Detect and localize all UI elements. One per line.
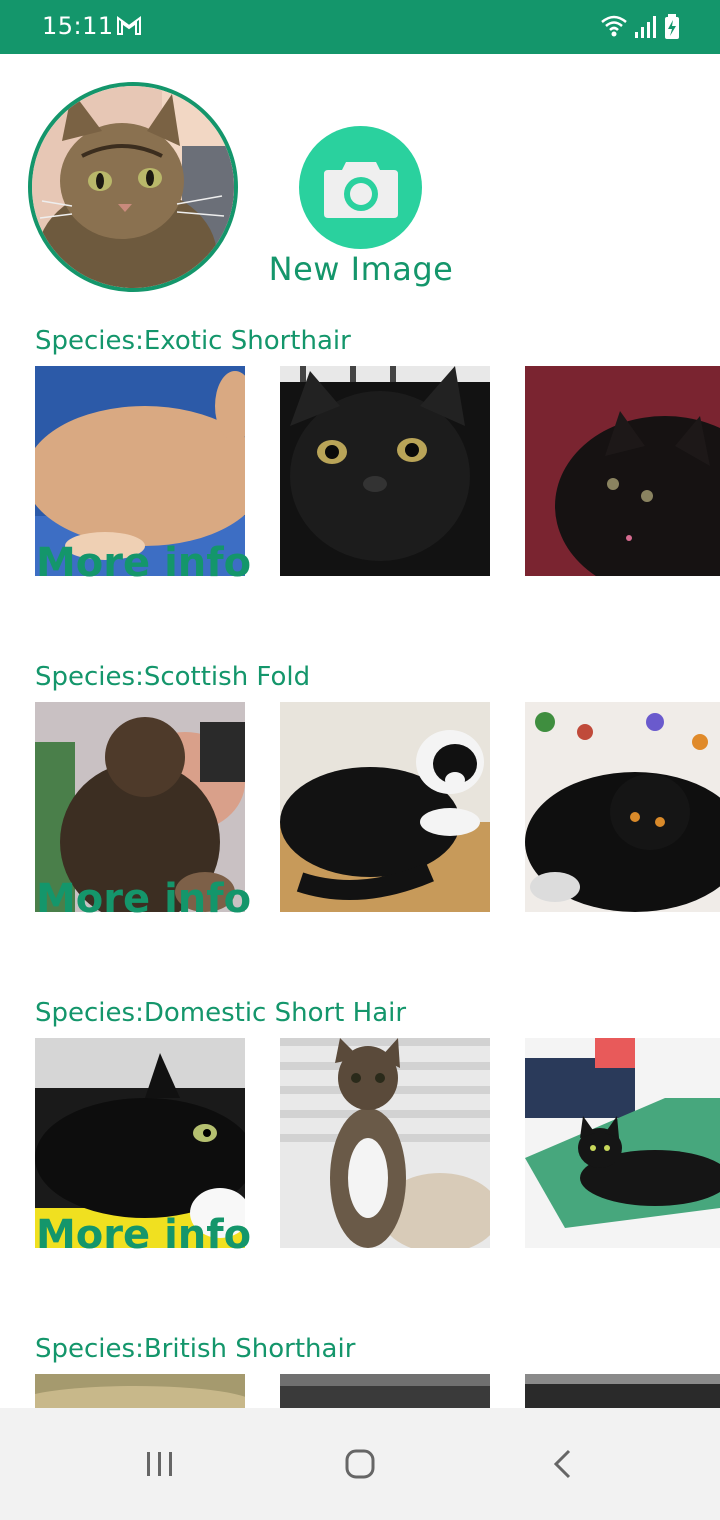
battery-charging-icon xyxy=(664,14,680,44)
content-area[interactable]: New Image Species:Exotic Shorthair More … xyxy=(0,54,720,1408)
profile-avatar[interactable] xyxy=(28,82,238,292)
species-title: Species:British Shorthair xyxy=(35,1334,356,1364)
cat-photo[interactable] xyxy=(525,1374,720,1408)
species-title: Species:Scottish Fold xyxy=(35,662,311,692)
cat-photo[interactable] xyxy=(280,1374,490,1408)
camera-icon xyxy=(323,161,398,218)
species-title: Species:Domestic Short Hair xyxy=(35,998,407,1028)
cat-photo[interactable] xyxy=(35,1374,245,1408)
back-icon[interactable] xyxy=(542,1444,582,1484)
home-icon[interactable] xyxy=(340,1444,380,1484)
new-image-label[interactable]: New Image xyxy=(250,250,472,288)
cat-photo[interactable] xyxy=(525,366,720,576)
recent-apps-icon[interactable] xyxy=(140,1444,180,1484)
cat-photo[interactable] xyxy=(525,702,720,912)
cat-photo-image xyxy=(32,86,234,288)
more-info-link[interactable]: More info xyxy=(36,876,251,922)
more-info-link[interactable]: More info xyxy=(36,540,251,586)
more-info-link[interactable]: More info xyxy=(36,1212,251,1258)
status-time: 15:11 xyxy=(42,12,114,40)
gmail-icon xyxy=(116,14,142,40)
new-image-button[interactable] xyxy=(299,126,422,249)
photo-row[interactable] xyxy=(35,1374,720,1408)
status-bar: 15:11 xyxy=(0,0,720,54)
cat-photo[interactable] xyxy=(280,366,490,576)
signal-icon xyxy=(634,14,658,44)
wifi-icon xyxy=(600,14,628,44)
navigation-bar xyxy=(0,1408,720,1520)
cat-photo[interactable] xyxy=(280,1038,490,1248)
species-title: Species:Exotic Shorthair xyxy=(35,326,351,356)
cat-photo[interactable] xyxy=(280,702,490,912)
cat-photo[interactable] xyxy=(525,1038,720,1248)
